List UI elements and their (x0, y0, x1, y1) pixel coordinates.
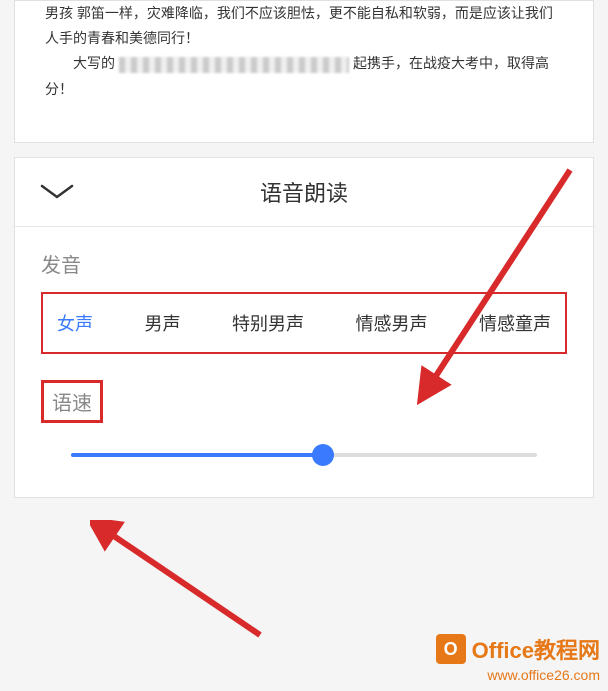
content-line-1: 男孩 郭笛一样，灾难降临，我们不应该胆怯，更不能自私和软弱，而是应该让我们人手的… (45, 1, 563, 51)
panel-title: 语音朗读 (39, 176, 569, 208)
speed-slider[interactable] (71, 453, 537, 457)
redacted-text (119, 57, 349, 73)
voice-tabs: 女声 男声 特别男声 情感男声 情感童声 (41, 292, 567, 354)
annotation-arrow-2 (90, 520, 280, 650)
document-content: 男孩 郭笛一样，灾难降临，我们不应该胆怯，更不能自私和软弱，而是应该让我们人手的… (14, 0, 594, 143)
brand-icon: O (436, 634, 466, 664)
slider-fill (71, 453, 323, 457)
content-line-2: 大写的起携手，在战疫大考中，取得高分！ (45, 51, 563, 101)
brand-text: Office教程网 (472, 633, 600, 665)
speed-label-highlight: 语速 (41, 380, 103, 423)
voice-section-label: 发音 (41, 249, 81, 278)
speed-slider-container (41, 453, 567, 457)
panel-body: 发音 女声 男声 特别男声 情感男声 情感童声 语速 (15, 227, 593, 497)
slider-thumb[interactable] (312, 444, 334, 466)
panel-header: 语音朗读 (15, 158, 593, 227)
voice-tab-female[interactable]: 女声 (53, 308, 97, 338)
watermark: O Office教程网 www.office26.com (436, 633, 600, 683)
speed-section-label: 语速 (52, 387, 92, 416)
voice-tab-emotion-child[interactable]: 情感童声 (475, 308, 555, 338)
voice-tab-emotion-male[interactable]: 情感男声 (352, 308, 432, 338)
brand-url: www.office26.com (436, 667, 600, 683)
voice-reading-panel: 语音朗读 发音 女声 男声 特别男声 情感男声 情感童声 语速 (14, 157, 594, 498)
voice-tab-male[interactable]: 男声 (141, 308, 185, 338)
voice-tab-special-male[interactable]: 特别男声 (228, 308, 308, 338)
